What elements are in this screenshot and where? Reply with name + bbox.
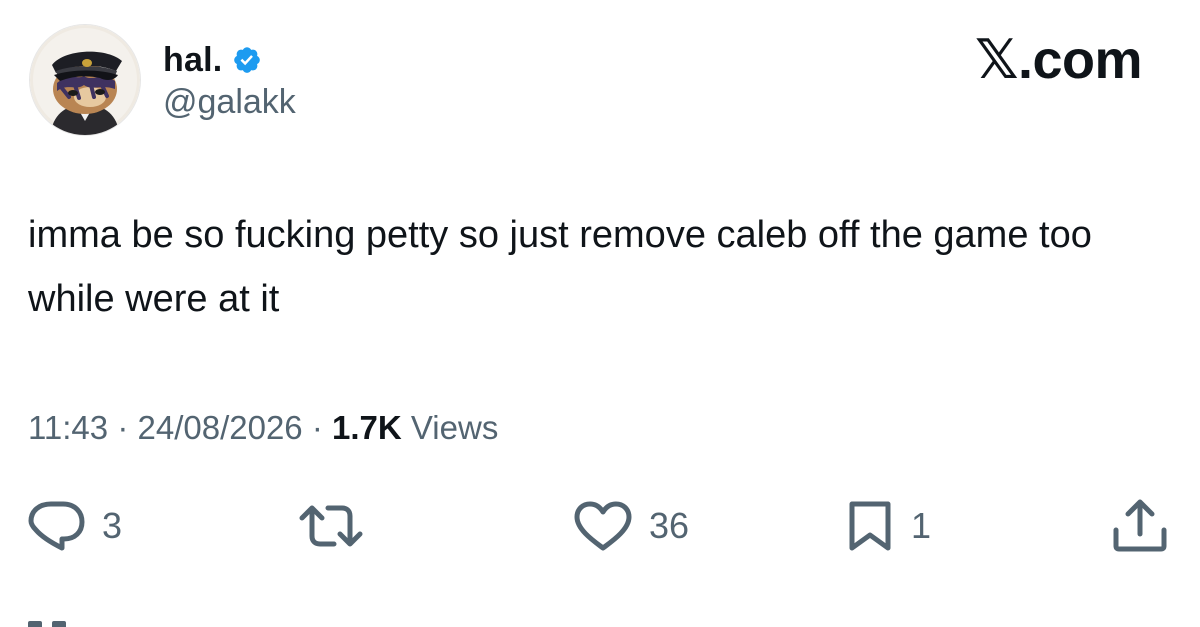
verified-badge-icon [232, 45, 262, 75]
author-name-row: hal. [163, 35, 262, 85]
x-logo-icon: 𝕏 [974, 28, 1019, 91]
site-suffix: .com [1017, 30, 1143, 90]
tweet-date[interactable]: 24/08/2026 [137, 409, 302, 446]
bookmark-button[interactable]: 1 [845, 495, 931, 557]
avatar-image [30, 25, 140, 135]
bookmark-icon [845, 499, 895, 553]
reply-count: 3 [102, 505, 123, 546]
tweet-text: imma be so fucking petty so just remove … [28, 214, 1092, 320]
bookmark-count: 1 [911, 505, 932, 546]
meta-separator: · [311, 409, 323, 446]
meta-separator: · [117, 409, 129, 446]
views-label: Views [410, 409, 499, 446]
x-com-logo: 𝕏.com [974, 28, 1143, 91]
heart-icon [573, 500, 633, 552]
like-count: 36 [649, 505, 690, 546]
reply-button[interactable]: 3 [28, 495, 122, 557]
repost-icon [298, 502, 364, 550]
tweet-time[interactable]: 11:43 [28, 409, 108, 446]
share-button[interactable] [1110, 495, 1170, 557]
author-handle[interactable]: @galakk [163, 83, 296, 122]
reply-icon [28, 499, 86, 553]
tweet-meta: 11:43 · 24/08/2026 · 1.7K Views [28, 409, 498, 447]
views-count: 1.7K [332, 409, 402, 446]
repost-button[interactable] [298, 495, 380, 557]
next-section-peek [28, 621, 88, 627]
like-button[interactable]: 36 [573, 495, 689, 557]
avatar[interactable] [30, 25, 140, 135]
share-icon [1110, 498, 1170, 554]
display-name[interactable]: hal. [163, 41, 222, 80]
action-bar: 3 36 1 [0, 495, 1200, 557]
